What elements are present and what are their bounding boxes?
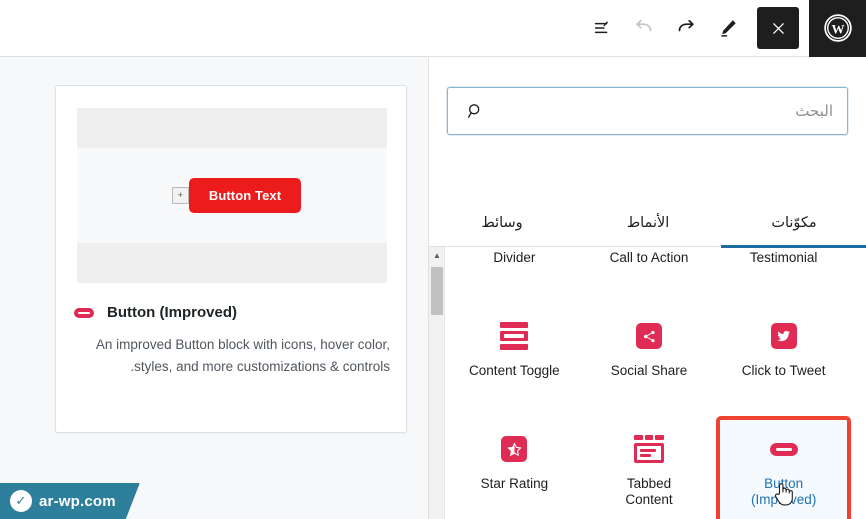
block-item-button-improved[interactable]: Button (Improved) (716, 416, 851, 519)
block-label: Divider (493, 250, 535, 266)
twitter-icon (771, 319, 797, 353)
share-icon-square (636, 323, 662, 349)
svg-text:W: W (831, 22, 844, 37)
share-nodes-icon (642, 329, 657, 344)
search-container (447, 87, 848, 135)
pencil-icon (717, 17, 739, 39)
block-label: Star Rating (481, 476, 549, 492)
tabbed-tab-3 (634, 435, 643, 440)
tabbed-tabs-row (634, 435, 664, 440)
star-rating-icon (501, 432, 527, 466)
block-item-testimonial[interactable]: Testimonial (716, 247, 851, 303)
share-icon (636, 319, 662, 353)
toggle-bar-bottom (500, 344, 528, 350)
block-label: Button (Improved) (751, 476, 816, 509)
search-box[interactable] (447, 87, 848, 135)
list-view-icon (591, 17, 613, 39)
block-label: Content Toggle (469, 363, 560, 379)
watermark-logo-icon: ✓ (10, 490, 32, 512)
tabbed-body (634, 443, 664, 463)
redo-button[interactable] (665, 7, 707, 49)
tabbed-tab-1 (655, 435, 664, 440)
preview-add-icon[interactable]: + (172, 187, 189, 204)
tabbed-line-2 (640, 454, 651, 457)
button-pill-shape (770, 443, 798, 456)
content-toggle-icon (500, 319, 528, 353)
block-grid: Testimonial Call to Action Divider (447, 247, 851, 519)
preview-band-bottom (77, 243, 387, 283)
redo-icon (674, 16, 698, 40)
tab-blocks-label: مكوّنات (771, 215, 816, 231)
block-item-call-to-action[interactable]: Call to Action (582, 247, 717, 303)
scrollbar-up-arrow[interactable]: ▲ (429, 247, 445, 264)
tab-patterns-label: الأنماط (627, 215, 670, 231)
search-input[interactable] (494, 103, 833, 120)
button-pill-icon (74, 308, 94, 318)
tab-patterns[interactable]: الأنماط (575, 199, 721, 247)
block-label: Testimonial (750, 250, 818, 266)
tabbed-content-shape (634, 435, 664, 463)
block-item-tabbed-content[interactable]: Tabbed Content (582, 416, 717, 519)
content-toggle-bars (500, 322, 528, 350)
block-item-star-rating[interactable]: Star Rating (447, 416, 582, 519)
block-preview-description: An improved Button block with icons, hov… (74, 334, 390, 378)
site-watermark: ✓ ar-wp.com (0, 483, 140, 519)
undo-icon (632, 16, 656, 40)
block-item-click-to-tweet[interactable]: Click to Tweet (716, 303, 851, 416)
block-label: Tabbed Content (625, 476, 672, 509)
tab-blocks[interactable]: مكوّنات (721, 199, 866, 247)
block-preview-card: Button Text + Button (Improved) An impro… (55, 85, 407, 433)
block-label: Call to Action (610, 250, 689, 266)
tabbed-line-1 (640, 449, 656, 452)
edit-pencil-button[interactable] (707, 7, 749, 49)
tabbed-content-icon (634, 432, 664, 466)
close-inserter-button[interactable] (757, 7, 799, 49)
blocks-viewport: Testimonial Call to Action Divider (447, 247, 851, 519)
block-preview-meta: Button (Improved) An improved Button blo… (74, 304, 390, 378)
toggle-bar-top (500, 322, 528, 328)
block-label: Click to Tweet (742, 363, 826, 379)
editor-window: W (0, 0, 866, 519)
tab-media[interactable]: وسائط (429, 199, 575, 247)
preview-button[interactable]: Button Text (189, 178, 301, 213)
editor-toolbar: W (0, 0, 866, 57)
inserter-tabs: مكوّنات الأنماط وسائط (429, 199, 866, 247)
block-preview-title-row: Button (Improved) (74, 304, 390, 321)
wordpress-logo-button[interactable]: W (809, 0, 866, 57)
preview-band-top (77, 108, 387, 148)
star-rating-square (501, 436, 527, 462)
editor-canvas: Button Text + Button (Improved) An impro… (0, 57, 428, 519)
block-item-social-share[interactable]: Social Share (582, 303, 717, 416)
watermark-text: ar-wp.com (39, 493, 116, 510)
block-item-divider[interactable]: Divider (447, 247, 582, 303)
undo-button[interactable] (623, 7, 665, 49)
block-inserter-panel: مكوّنات الأنماط وسائط Testimonial (428, 57, 866, 519)
block-preview-title: Button (Improved) (107, 304, 237, 321)
tabbed-tab-2 (645, 435, 654, 440)
block-item-content-toggle[interactable]: Content Toggle (447, 303, 582, 416)
star-icon (506, 441, 523, 458)
list-view-button[interactable] (581, 7, 623, 49)
scrollbar-thumb[interactable] (431, 267, 443, 315)
button-pill-icon (770, 432, 798, 466)
twitter-bird-icon (776, 328, 792, 344)
preview-band-middle: Button Text + (77, 148, 387, 243)
wordpress-icon: W (823, 13, 853, 43)
blocks-scroll-region: Testimonial Call to Action Divider (429, 247, 866, 519)
tab-media-label: وسائط (481, 215, 522, 231)
block-label: Social Share (611, 363, 688, 379)
search-icon (462, 98, 488, 124)
inserter-scrollbar[interactable]: ▲ (429, 247, 445, 519)
toggle-bar-inner (504, 334, 524, 338)
block-preview-render: Button Text + (77, 108, 387, 283)
close-icon (771, 21, 786, 36)
magnifier-icon (465, 101, 485, 121)
twitter-icon-square (771, 323, 797, 349)
